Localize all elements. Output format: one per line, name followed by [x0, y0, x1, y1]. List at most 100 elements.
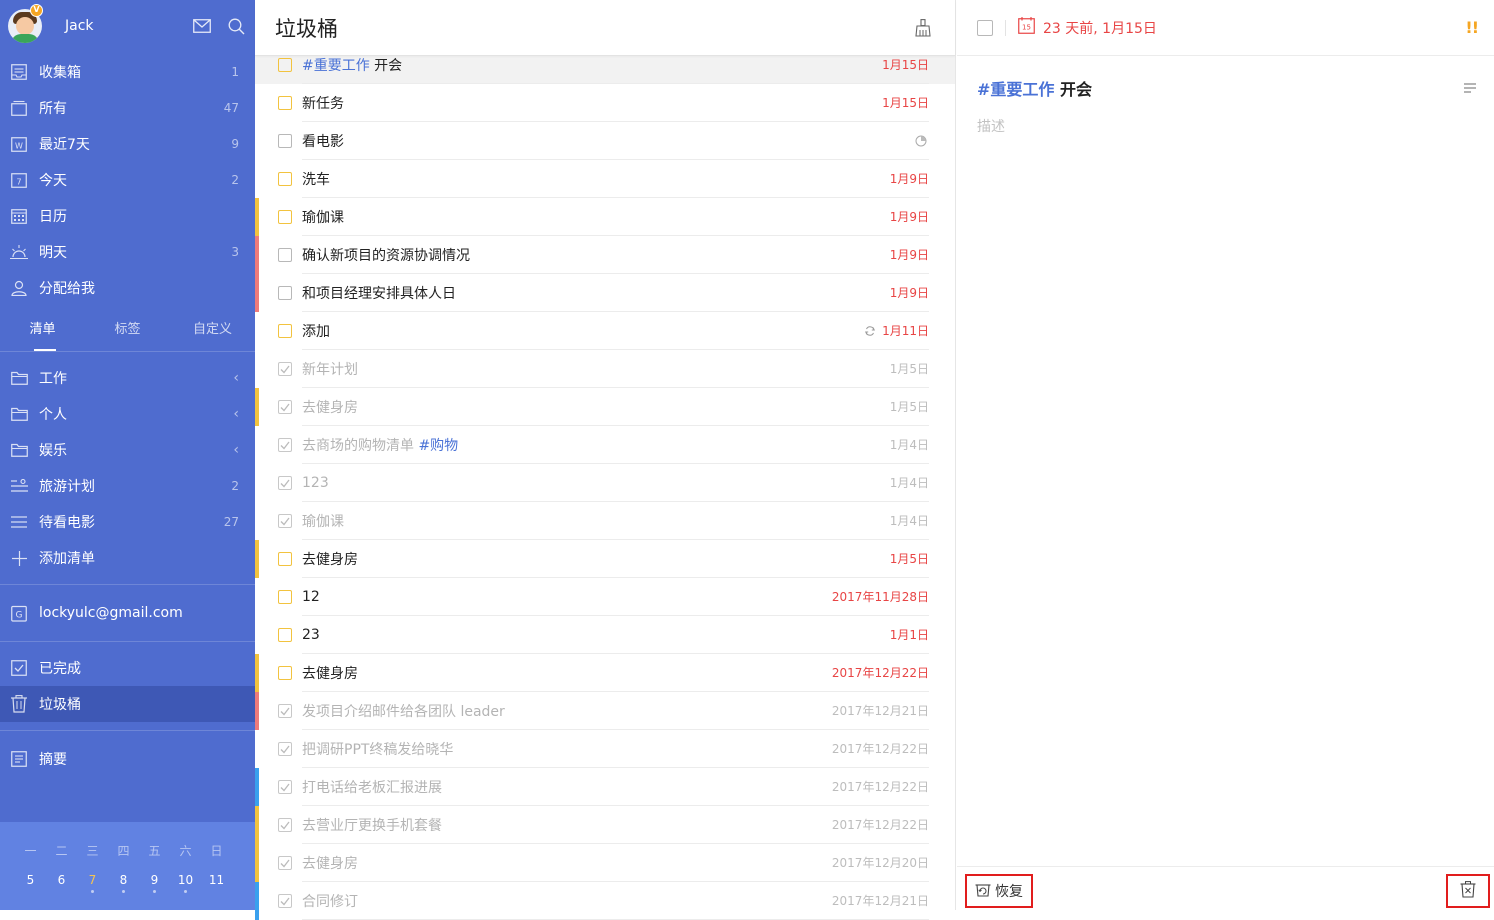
sidebar-item-inbox[interactable]: 收集箱 1 [0, 54, 255, 90]
task-row[interactable]: 去健身房 2017年12月22日 [255, 654, 955, 692]
sidebar-item-account[interactable]: G lockyulc@gmail.com [0, 593, 255, 633]
task-title-text: 瑜伽课 [302, 513, 344, 530]
tab-lists[interactable]: 清单 [0, 312, 85, 351]
task-tag[interactable]: #重要工作 [977, 80, 1054, 99]
task-checkbox[interactable] [278, 362, 292, 376]
task-row[interactable]: 合同修订 2017年12月21日 [255, 882, 955, 920]
event-dot [184, 890, 187, 893]
task-checkbox[interactable] [278, 324, 292, 338]
restore-button[interactable]: 恢复 [965, 874, 1033, 908]
description-mode-icon[interactable] [1462, 80, 1478, 96]
task-checkbox[interactable] [278, 58, 292, 72]
account-email: lockyulc@gmail.com [39, 605, 183, 621]
task-row[interactable]: 去商场的购物清单 #购物 1月4日 [255, 426, 955, 464]
task-checkbox[interactable] [278, 438, 292, 452]
task-title: 把调研PPT终稿发给晓华 [302, 739, 832, 759]
sidebar-item-completed[interactable]: 已完成 [0, 650, 255, 686]
task-content: 确认新项目的资源协调情况 1月9日 [302, 236, 929, 274]
sidebar-item-calendar[interactable]: 日历 [0, 198, 255, 234]
task-checkbox[interactable] [278, 894, 292, 908]
chevron-left-icon[interactable]: ‹ [233, 370, 239, 386]
delete-forever-button[interactable] [1446, 874, 1490, 908]
sidebar-item-label: 垃圾桶 [39, 697, 81, 713]
calendar-day[interactable]: 10 [170, 873, 201, 893]
sidebar-item-summary[interactable]: 摘要 [0, 739, 255, 779]
task-checkbox[interactable] [278, 666, 292, 680]
task-row[interactable]: 看电影 [255, 122, 955, 160]
task-row[interactable]: 去健身房 2017年12月20日 [255, 844, 955, 882]
task-row[interactable]: 新任务 1月15日 [255, 84, 955, 122]
sidebar-item-folder[interactable]: 个人 ‹ [0, 396, 255, 432]
chevron-left-icon[interactable]: ‹ [233, 442, 239, 458]
task-row[interactable]: 打电话给老板汇报进展 2017年12月22日 [255, 768, 955, 806]
task-date: 1月4日 [889, 476, 929, 490]
chevron-left-icon[interactable]: ‹ [233, 406, 239, 422]
calendar-day[interactable]: 7 [77, 873, 108, 893]
search-icon[interactable] [225, 15, 247, 37]
sidebar-item-add-list[interactable]: 添加清单 [0, 540, 255, 576]
task-row[interactable]: 洗车 1月9日 [255, 160, 955, 198]
task-checkbox[interactable] [278, 210, 292, 224]
task-row[interactable]: 去健身房 1月5日 [255, 388, 955, 426]
calendar-day[interactable]: 6 [46, 873, 77, 887]
description-field[interactable]: 描述 [957, 100, 1494, 152]
sidebar-item-all[interactable]: 所有 47 [0, 90, 255, 126]
task-row[interactable]: 和项目经理安排具体人日 1月9日 [255, 274, 955, 312]
task-checkbox[interactable] [278, 96, 292, 110]
clear-trash-icon[interactable] [913, 18, 933, 38]
sidebar-item-tomorrow[interactable]: 明天 3 [0, 234, 255, 270]
task-row[interactable]: 23 1月1日 [255, 616, 955, 654]
tab-tags[interactable]: 标签 [85, 312, 170, 351]
sidebar-item-list[interactable]: 旅游计划 2 [0, 468, 255, 504]
task-title[interactable]: #重要工作 开会 [977, 76, 1462, 100]
task-row[interactable]: 去营业厅更换手机套餐 2017年12月22日 [255, 806, 955, 844]
calendar-day[interactable]: 5 [15, 873, 46, 887]
task-checkbox[interactable] [278, 628, 292, 642]
task-checkbox[interactable] [278, 172, 292, 186]
task-checkbox[interactable] [278, 134, 292, 148]
mail-icon[interactable] [191, 15, 213, 37]
tab-custom[interactable]: 自定义 [170, 312, 255, 351]
sidebar-item-folder[interactable]: 工作 ‹ [0, 360, 255, 396]
sidebar-item-today[interactable]: 7 今天 2 [0, 162, 255, 198]
task-row[interactable]: 确认新项目的资源协调情况 1月9日 [255, 236, 955, 274]
task-checkbox[interactable] [278, 704, 292, 718]
detail-checkbox[interactable] [977, 19, 993, 36]
event-dot [91, 890, 94, 893]
task-checkbox[interactable] [278, 856, 292, 870]
task-checkbox[interactable] [278, 514, 292, 528]
sidebar-item-list[interactable]: 待看电影 27 [0, 504, 255, 540]
priority-bar [255, 768, 259, 806]
task-checkbox[interactable] [278, 248, 292, 262]
calendar-day[interactable]: 11 [201, 873, 232, 887]
task-tag[interactable]: #重要工作 [302, 58, 370, 74]
username[interactable]: Jack [65, 18, 179, 34]
sidebar-item-assigned[interactable]: 分配给我 [0, 270, 255, 306]
task-row[interactable]: 瑜伽课 1月4日 [255, 502, 955, 540]
task-checkbox[interactable] [278, 742, 292, 756]
task-row[interactable]: 发项目介绍邮件给各团队 leader 2017年12月21日 [255, 692, 955, 730]
calendar-day[interactable]: 8 [108, 873, 139, 893]
task-checkbox[interactable] [278, 286, 292, 300]
sidebar-item-trash[interactable]: 垃圾桶 [0, 686, 255, 722]
sidebar-item-label: 明天 [39, 245, 67, 261]
task-row[interactable]: 去健身房 1月5日 [255, 540, 955, 578]
due-date-picker[interactable]: 15 23 天前, 1月15日 [1018, 17, 1465, 38]
task-checkbox[interactable] [278, 780, 292, 794]
task-row[interactable]: 添加 1月11日 [255, 312, 955, 350]
task-row[interactable]: 把调研PPT终稿发给晓华 2017年12月22日 [255, 730, 955, 768]
task-checkbox[interactable] [278, 476, 292, 490]
task-checkbox[interactable] [278, 552, 292, 566]
calendar-day[interactable]: 9 [139, 873, 170, 893]
task-tag[interactable]: #购物 [418, 438, 458, 454]
priority-flag[interactable]: !! [1465, 18, 1479, 37]
sidebar-item-folder[interactable]: 娱乐 ‹ [0, 432, 255, 468]
task-checkbox[interactable] [278, 400, 292, 414]
task-row[interactable]: 123 1月4日 [255, 464, 955, 502]
task-row[interactable]: 12 2017年11月28日 [255, 578, 955, 616]
task-row[interactable]: 瑜伽课 1月9日 [255, 198, 955, 236]
sidebar-item-week[interactable]: W 最近7天 9 [0, 126, 255, 162]
task-checkbox[interactable] [278, 818, 292, 832]
task-checkbox[interactable] [278, 590, 292, 604]
task-row[interactable]: 新年计划 1月5日 [255, 350, 955, 388]
